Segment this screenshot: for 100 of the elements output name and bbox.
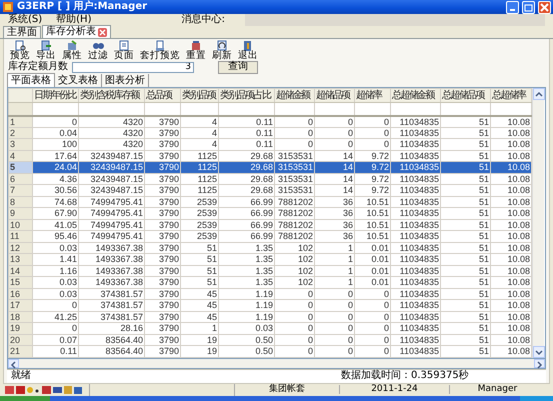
filter-cell[interactable] [390, 102, 440, 116]
filter-cell[interactable] [78, 102, 144, 116]
column-header[interactable]: 总超储品项 [440, 88, 490, 103]
table-cell: 102 [274, 242, 314, 254]
table-cell: 51 [440, 116, 490, 128]
table-cell: 29.68 [218, 173, 274, 185]
table-cell: 1.41 [32, 254, 78, 266]
filter-cell[interactable] [218, 102, 274, 116]
filter-cell[interactable] [354, 102, 390, 116]
table-cell: 3790 [144, 173, 180, 185]
table-cell: 0.11 [218, 138, 274, 150]
column-header[interactable]: 类别品项 [180, 88, 218, 103]
row-header[interactable]: 6 [8, 173, 32, 185]
filter-cell[interactable] [180, 102, 218, 116]
row-header[interactable]: 10 [8, 219, 32, 231]
table-cell: 0 [32, 322, 78, 334]
close-button[interactable] [538, 0, 551, 14]
table-cell: 0 [314, 300, 354, 312]
horizontal-scrollbar[interactable] [7, 358, 546, 369]
months-input[interactable]: 3 [72, 62, 194, 73]
table-cell: 45 [180, 311, 218, 323]
column-header[interactable]: 日期年份比 [32, 88, 78, 103]
tab-close-button[interactable] [98, 28, 107, 37]
query-button[interactable]: 查询 [218, 60, 258, 74]
table-cell: 95.46 [32, 230, 78, 242]
row-header[interactable]: 16 [8, 288, 32, 300]
column-header[interactable]: 类别品项占比 [218, 88, 274, 103]
table-cell: 374381.57 [78, 288, 144, 300]
table-cell: 0 [354, 346, 390, 358]
table-cell: 3790 [144, 242, 180, 254]
table-cell: 0.01 [354, 265, 390, 277]
minimize-button[interactable] [506, 0, 519, 14]
table-cell: 0 [314, 116, 354, 128]
row-header[interactable]: 8 [8, 196, 32, 208]
filter-cell[interactable] [314, 102, 354, 116]
row-header[interactable]: 19 [8, 322, 32, 334]
toolbar-button[interactable]: 刷新 [210, 40, 234, 60]
row-header[interactable]: 12 [8, 242, 32, 254]
table-cell: 1 [314, 242, 354, 254]
row-header[interactable]: 13 [8, 254, 32, 266]
toolbar-button[interactable]: 重置 [184, 40, 208, 60]
table-cell: 1493367.38 [78, 242, 144, 254]
column-header[interactable]: 总品项 [144, 88, 180, 103]
table-cell: 7881202 [274, 230, 314, 242]
restore-button[interactable] [522, 0, 535, 14]
row-header[interactable]: 4 [8, 150, 32, 162]
column-header[interactable]: 超储品项 [314, 88, 354, 103]
table-cell: 2539 [180, 219, 218, 231]
table-cell: 29.68 [218, 162, 274, 174]
input-method-drawing[interactable] [4, 384, 84, 396]
table-cell: 66.99 [218, 219, 274, 231]
row-header[interactable]: 15 [8, 276, 32, 288]
table-cell: 0.07 [32, 334, 78, 346]
table-cell: 3790 [144, 300, 180, 312]
tab[interactable]: 主界面 [3, 26, 41, 38]
toolbar-button[interactable]: 过滤 [86, 40, 110, 60]
table-cell: 0 [274, 322, 314, 334]
scroll-right-icon [535, 360, 544, 369]
menu-item[interactable]: 系统(S) [8, 15, 42, 26]
toolbar-button[interactable]: 导出 [34, 40, 58, 60]
table-cell: 0 [354, 322, 390, 334]
filter-cell[interactable] [32, 102, 78, 116]
row-header[interactable]: 11 [8, 230, 32, 242]
table-cell: 74994795.41 [78, 196, 144, 208]
table-cell: 0.11 [218, 127, 274, 139]
table-cell: 0 [274, 138, 314, 150]
vertical-scrollbar[interactable] [532, 88, 544, 358]
toolbar-button[interactable]: 属性 [60, 40, 84, 60]
row-header[interactable]: 3 [8, 138, 32, 150]
row-header[interactable]: 20 [8, 334, 32, 346]
filter-cell[interactable] [440, 102, 490, 116]
row-header[interactable]: 9 [8, 208, 32, 220]
table-cell: 0 [274, 346, 314, 358]
table-cell: 66.99 [218, 196, 274, 208]
toolbar-button[interactable]: 页面 [112, 40, 136, 60]
table-cell: 3790 [144, 276, 180, 288]
row-header[interactable]: 17 [8, 300, 32, 312]
table-cell: 0 [274, 127, 314, 139]
toolbar-button[interactable]: 套打预览 [138, 40, 182, 60]
user-text: Manager [476, 385, 518, 394]
filter-cell[interactable] [144, 102, 180, 116]
close-icon [99, 28, 106, 36]
tab[interactable]: 平面表格 [7, 73, 55, 88]
row-header[interactable]: 14 [8, 265, 32, 277]
filter-cell[interactable] [274, 102, 314, 116]
row-header[interactable]: 2 [8, 127, 32, 139]
table-cell: 51 [440, 300, 490, 312]
table-cell: 51 [440, 311, 490, 323]
row-header[interactable]: 21 [8, 346, 32, 358]
toolbar-button[interactable]: 预览 [8, 40, 32, 60]
table-cell: 3790 [144, 196, 180, 208]
row-header[interactable]: 7 [8, 184, 32, 196]
tab[interactable]: 库存分析表 [42, 25, 111, 38]
toolbar-button[interactable]: 退出 [236, 40, 260, 60]
message-center-label: 消息中心: [182, 15, 225, 26]
row-header[interactable]: 5 [8, 162, 32, 174]
menu-item[interactable]: 帮助(H) [56, 15, 92, 26]
table-cell: 66.99 [218, 230, 274, 242]
table-cell: 36 [314, 208, 354, 220]
row-header[interactable]: 18 [8, 311, 32, 323]
